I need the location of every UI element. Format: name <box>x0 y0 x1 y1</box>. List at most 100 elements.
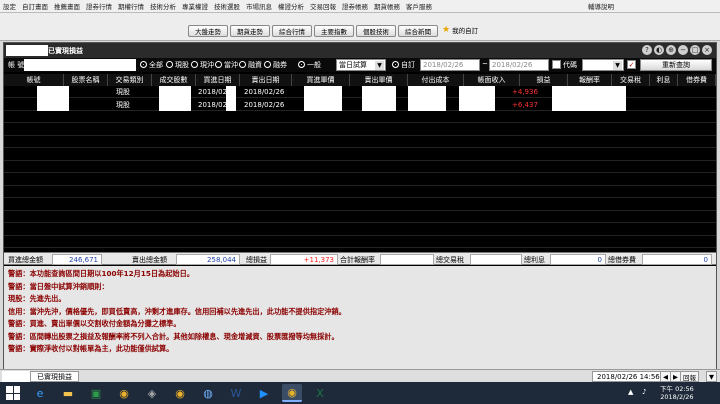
table-row[interactable] <box>4 236 716 248</box>
media-icon[interactable]: ▶ <box>254 384 274 402</box>
column-header[interactable]: 付出成本 <box>408 74 464 86</box>
refresh-button[interactable]: 重新查詢 <box>640 59 712 71</box>
code-select[interactable]: ▼ <box>582 59 624 71</box>
word-icon[interactable]: W <box>226 384 246 402</box>
lend-fee-label: 總借券費 <box>608 255 636 264</box>
filter-radio[interactable] <box>166 61 173 68</box>
table-row[interactable] <box>4 199 716 211</box>
menu-item[interactable]: 專業權證 <box>179 1 211 11</box>
windows-start-icon[interactable] <box>6 386 20 400</box>
table-row[interactable] <box>4 124 716 136</box>
menu-item[interactable]: 設定 <box>0 1 19 11</box>
network-icon[interactable]: ▲ <box>628 388 633 396</box>
toolbar-button[interactable]: 綜合行情 <box>272 25 312 37</box>
chrome-icon[interactable]: ◉ <box>114 384 134 402</box>
window-tab[interactable]: 已實現損益 <box>30 371 79 382</box>
table-row[interactable] <box>4 161 716 173</box>
menu-item[interactable]: 權證分析 <box>275 1 307 11</box>
chevron-down-icon: ▼ <box>375 61 384 70</box>
folder-icon[interactable]: ▬ <box>58 384 78 402</box>
filter-radio-label: 融券 <box>273 61 287 69</box>
account-select[interactable] <box>24 59 136 71</box>
column-header[interactable]: 交易稅 <box>612 74 650 86</box>
explorer-icon[interactable]: ◈ <box>142 384 162 402</box>
cell-pnl: +6,437 <box>512 100 538 109</box>
buy-total-label: 買進總金額 <box>8 255 43 264</box>
menu-item[interactable]: 技術選股 <box>211 1 243 11</box>
menu-item[interactable]: 輔導說明 <box>585 1 617 11</box>
toolbar-button[interactable]: 大盤走勢 <box>188 25 228 37</box>
toolbar: ★ 我的自訂 大盤走勢 期貨走勢 綜合行情 主要指數 個股技術 綜合新聞 <box>0 13 720 41</box>
table-row[interactable] <box>4 174 716 186</box>
store-icon[interactable]: ▣ <box>86 384 106 402</box>
column-header[interactable]: 報酬率 <box>568 74 612 86</box>
minimize-icon[interactable]: − <box>678 45 688 55</box>
menu-item[interactable]: 證券帳務 <box>339 1 371 11</box>
menu-item[interactable]: 交易回報 <box>307 1 339 11</box>
excel-icon[interactable]: X <box>310 384 330 402</box>
column-header[interactable]: 買進單價 <box>292 74 350 86</box>
menu-item[interactable]: 證券行情 <box>83 1 115 11</box>
filter-radio-label: 全部 <box>149 61 163 69</box>
volume-icon[interactable]: ♪ <box>642 388 646 396</box>
add-icon[interactable]: ⊕ <box>666 45 676 55</box>
toolbar-button[interactable]: 綜合新聞 <box>398 25 438 37</box>
column-header[interactable]: 損益 <box>520 74 568 86</box>
menu-item[interactable]: 市場訊息 <box>243 1 275 11</box>
ie-icon[interactable]: e <box>30 384 50 402</box>
column-header[interactable]: 成交股數 <box>152 74 196 86</box>
my-custom-button[interactable]: ★ 我的自訂 <box>442 25 478 35</box>
option-checkbox[interactable]: ✓ <box>627 60 636 69</box>
toolbar-button[interactable]: 主要指數 <box>314 25 354 37</box>
code-label: 代碼 <box>563 61 577 69</box>
pnl-total-value: +11,373 <box>270 254 338 265</box>
table-row[interactable] <box>4 224 716 236</box>
column-header[interactable]: 帳號 <box>4 74 64 86</box>
table-row[interactable] <box>4 149 716 161</box>
date-to-field[interactable]: 2018/02/26 <box>489 59 549 71</box>
custom-radio[interactable] <box>392 61 399 68</box>
menu-item[interactable]: 期貨帳務 <box>371 1 403 11</box>
tray-clock[interactable]: 下午 02:56 2018/2/26 <box>660 385 694 401</box>
filter-radio[interactable] <box>298 61 305 68</box>
filter-radio[interactable] <box>191 61 198 68</box>
column-header[interactable]: 交易類別 <box>108 74 152 86</box>
filter-radio[interactable] <box>140 61 147 68</box>
column-header[interactable]: 買進日期 <box>196 74 240 86</box>
globe-icon[interactable]: ◍ <box>198 384 218 402</box>
column-header[interactable]: 利息 <box>650 74 678 86</box>
code-checkbox[interactable] <box>552 60 561 69</box>
filter-radio[interactable] <box>215 61 222 68</box>
cell-pnl: +4,936 <box>512 88 538 96</box>
table-row[interactable] <box>4 186 716 198</box>
column-header[interactable]: 賣出單價 <box>350 74 408 86</box>
menu-item[interactable]: 自訂畫面 <box>19 1 51 11</box>
column-header[interactable]: 借券費 <box>678 74 716 86</box>
column-header[interactable]: 股票名稱 <box>64 74 108 86</box>
report-button[interactable]: 回報 <box>680 371 699 382</box>
theme-icon[interactable]: ◐ <box>654 45 664 55</box>
query-type-select[interactable]: 當日試算 ▼ <box>336 59 386 71</box>
table-row[interactable] <box>4 211 716 223</box>
table-row[interactable] <box>4 136 716 148</box>
close-icon[interactable]: × <box>702 45 712 55</box>
help-icon[interactable]: ? <box>642 45 652 55</box>
toolbar-button[interactable]: 個股技術 <box>356 25 396 37</box>
summary-bar: 買進總金額 246,671 賣出總金額 258,044 總損益 +11,373 … <box>4 252 716 265</box>
expand-button[interactable]: ▼ <box>706 371 717 382</box>
chrome-icon[interactable]: ◉ <box>282 384 302 402</box>
chrome-icon[interactable]: ◉ <box>170 384 190 402</box>
menu-item[interactable]: 客戶服務 <box>403 1 435 11</box>
table-header: 帳號 股票名稱 交易類別 成交股數 買進日期 賣出日期 買進單價 賣出單價 付出成本 帳面收入 損益… <box>4 74 716 86</box>
date-from-field[interactable]: 2018/02/26 <box>420 59 480 71</box>
filter-radio[interactable] <box>239 61 246 68</box>
menu-item[interactable]: 推薦畫面 <box>51 1 83 11</box>
maximize-icon[interactable]: □ <box>690 45 700 55</box>
menu-item[interactable]: 技術分析 <box>147 1 179 11</box>
column-header[interactable]: 帳面收入 <box>464 74 520 86</box>
column-header[interactable]: 賣出日期 <box>240 74 292 86</box>
filter-radio[interactable] <box>264 61 271 68</box>
toolbar-button[interactable]: 期貨走勢 <box>230 25 270 37</box>
menu-item[interactable]: 期權行情 <box>115 1 147 11</box>
table-row[interactable] <box>4 111 716 123</box>
